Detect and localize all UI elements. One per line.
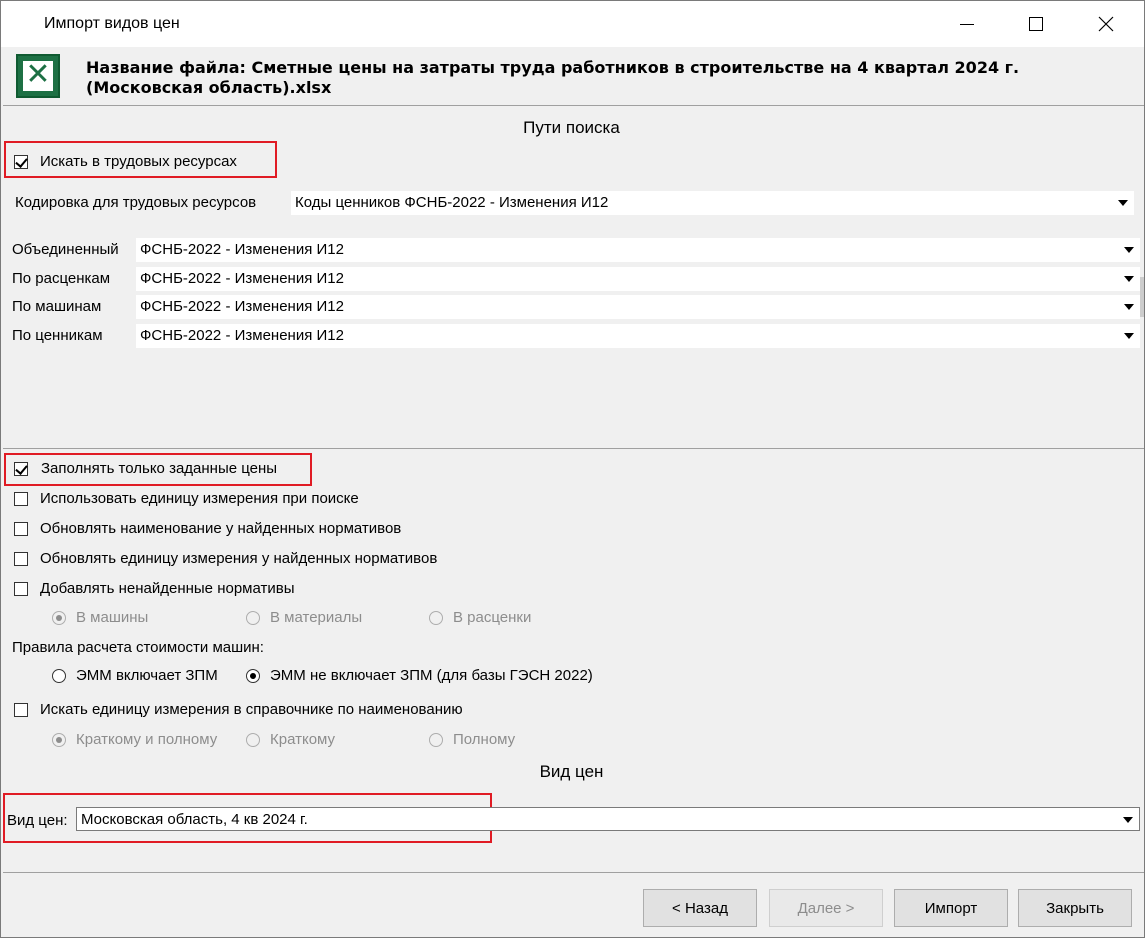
chevron-down-icon [1124, 333, 1134, 339]
search-paths-title: Пути поиска [523, 118, 620, 137]
chevron-down-icon [1124, 304, 1134, 310]
labor-encoding-value: Коды ценников ФСНБ-2022 - Изменения И12 [295, 194, 609, 211]
update-unit-label: Обновлять единицу измерения у найденных … [40, 550, 438, 567]
emm-excludes-label: ЭММ не включает ЗПМ (для базы ГЭСН 2022) [270, 667, 593, 684]
add-missing-checkbox[interactable] [14, 582, 28, 596]
to-machines-radio[interactable] [52, 611, 66, 625]
fill-only-label: Заполнять только заданные цены [41, 460, 278, 477]
price-type-select[interactable]: Московская область, 4 кв 2024 г. [76, 807, 1140, 831]
search-unit-ref-checkbox[interactable] [14, 703, 28, 717]
by-price-tags-label: По ценникам [12, 327, 103, 344]
short-label: Краткому [270, 731, 336, 748]
chevron-down-icon [1124, 276, 1134, 282]
import-button[interactable]: Импорт [894, 889, 1008, 927]
by-machines-value: ФСНБ-2022 - Изменения И12 [140, 298, 344, 315]
maximize-button[interactable] [1002, 1, 1070, 47]
maximize-icon [1029, 17, 1043, 31]
combined-select[interactable]: ФСНБ-2022 - Изменения И12 [136, 238, 1140, 262]
divider [3, 105, 1144, 106]
use-unit-checkbox[interactable] [14, 492, 28, 506]
add-missing-label: Добавлять ненайденные нормативы [40, 580, 295, 597]
to-materials-label: В материалы [270, 609, 363, 626]
to-machines-label: В машины [76, 609, 149, 626]
full-radio[interactable] [429, 733, 443, 747]
short-radio[interactable] [246, 733, 260, 747]
update-unit-checkbox[interactable] [14, 552, 28, 566]
search-labor-checkbox[interactable] [14, 155, 28, 169]
full-label: Полному [453, 731, 516, 748]
chevron-down-icon [1118, 200, 1128, 206]
price-type-label: Вид цен: [7, 812, 68, 829]
chevron-down-icon [1124, 247, 1134, 253]
use-unit-label: Использовать единицу измерения при поиск… [40, 490, 359, 507]
divider [3, 872, 1144, 873]
scrollbar[interactable] [1140, 277, 1144, 317]
price-type-title: Вид цен [539, 762, 604, 781]
emm-includes-label: ЭММ включает ЗПМ [76, 667, 218, 684]
labor-encoding-label: Кодировка для трудовых ресурсов [15, 194, 257, 211]
by-machines-select[interactable]: ФСНБ-2022 - Изменения И12 [136, 295, 1140, 319]
by-machines-label: По машинам [12, 298, 102, 315]
import-price-types-window: Импорт видов цен ✕ Название файла: Сметн… [0, 0, 1145, 938]
by-price-tags-select[interactable]: ФСНБ-2022 - Изменения И12 [136, 324, 1140, 348]
emm-includes-radio[interactable] [52, 669, 66, 683]
to-rates-radio[interactable] [429, 611, 443, 625]
window-title: Импорт видов цен [44, 15, 180, 32]
back-button[interactable]: < Назад [643, 889, 757, 927]
close-icon [1098, 16, 1114, 32]
short-and-full-radio[interactable] [52, 733, 66, 747]
minimize-icon [960, 23, 974, 25]
search-unit-ref-label: Искать единицу измерения в справочнике п… [40, 701, 463, 718]
to-rates-label: В расценки [453, 609, 532, 626]
file-header: ✕ Название файла: Сметные цены на затрат… [1, 47, 1144, 105]
title-bar: Импорт видов цен [1, 1, 1144, 47]
excel-file-icon: ✕ [16, 54, 60, 98]
update-name-label: Обновлять наименование у найденных норма… [40, 520, 402, 537]
update-name-checkbox[interactable] [14, 522, 28, 536]
next-button[interactable]: Далее > [769, 889, 883, 927]
by-rates-select[interactable]: ФСНБ-2022 - Изменения И12 [136, 267, 1140, 291]
fill-only-checkbox[interactable] [14, 462, 28, 476]
close-window-button[interactable] [1072, 1, 1140, 47]
close-button[interactable]: Закрыть [1018, 889, 1132, 927]
price-type-value: Московская область, 4 кв 2024 г. [81, 811, 308, 828]
labor-encoding-select[interactable]: Коды ценников ФСНБ-2022 - Изменения И12 [291, 191, 1134, 215]
chevron-down-icon [1123, 817, 1133, 823]
file-name: Название файла: Сметные цены на затраты … [86, 58, 1020, 97]
machine-rules-label: Правила расчета стоимости машин: [12, 639, 264, 656]
emm-excludes-radio[interactable] [246, 669, 260, 683]
combined-label: Объединенный [12, 241, 119, 258]
combined-value: ФСНБ-2022 - Изменения И12 [140, 241, 344, 258]
by-rates-value: ФСНБ-2022 - Изменения И12 [140, 270, 344, 287]
by-rates-label: По расценкам [12, 270, 111, 287]
short-and-full-label: Краткому и полному [76, 731, 218, 748]
to-materials-radio[interactable] [246, 611, 260, 625]
search-labor-label: Искать в трудовых ресурсах [40, 153, 237, 170]
by-price-tags-value: ФСНБ-2022 - Изменения И12 [140, 327, 344, 344]
minimize-button[interactable] [933, 1, 1001, 47]
divider [3, 448, 1144, 449]
